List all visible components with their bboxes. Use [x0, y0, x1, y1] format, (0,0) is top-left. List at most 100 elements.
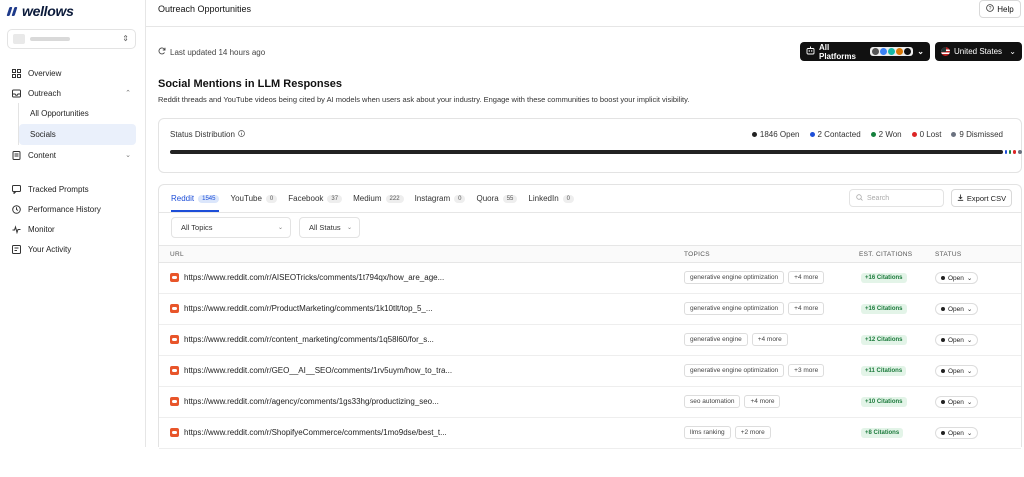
chevron-down-icon: ⌄ — [966, 306, 973, 313]
logo-text: wellows — [22, 3, 74, 19]
help-button[interactable]: ? Help — [979, 0, 1021, 18]
tab-linkedin[interactable]: LinkedIn 0 — [528, 185, 574, 212]
row-url[interactable]: https://www.reddit.com/r/content_marketi… — [170, 335, 434, 344]
status-filter-dropdown[interactable]: All Status ⌄ — [299, 217, 360, 238]
status-dot — [941, 369, 945, 373]
outreach-submenu: All Opportunities Socials — [18, 103, 136, 145]
topics-filter-dropdown[interactable]: All Topics ⌄ — [171, 217, 291, 238]
status-dot — [941, 276, 945, 280]
sidebar-item-monitor[interactable]: Monitor — [7, 219, 136, 239]
perplexity-icon — [888, 48, 896, 55]
tab-label: Reddit — [171, 194, 195, 203]
citations-badge: +10 Citations — [861, 397, 907, 407]
help-circle-icon: ? — [986, 4, 995, 14]
reddit-icon — [170, 366, 179, 375]
sidebar-item-outreach[interactable]: Outreach ⌃ — [7, 83, 136, 103]
status-dot — [941, 400, 945, 404]
tab-label: Facebook — [288, 194, 324, 203]
row-url[interactable]: https://www.reddit.com/r/ProductMarketin… — [170, 304, 433, 313]
info-icon[interactable] — [238, 130, 245, 139]
country-dropdown[interactable]: United States ⌄ — [935, 42, 1022, 61]
table-row[interactable]: https://www.reddit.com/r/GEO__AI__SEO/co… — [159, 356, 1021, 387]
legend-dot — [809, 132, 815, 137]
sidebar-item-all-opportunities[interactable]: All Opportunities — [19, 103, 136, 124]
sidebar: wellows ⇕ Overview Outreach ⌃ All Opport… — [0, 0, 146, 447]
chevron-down-icon: ⌄ — [1009, 47, 1016, 56]
url-link[interactable]: https://www.reddit.com/r/ProductMarketin… — [184, 304, 433, 313]
row-topics: llms ranking +2 more — [684, 426, 771, 439]
table-row[interactable]: https://www.reddit.com/r/ProductMarketin… — [159, 294, 1021, 325]
table-row[interactable]: https://www.reddit.com/r/agency/comments… — [159, 387, 1021, 418]
header-url: URL — [170, 251, 184, 258]
table-row[interactable]: https://www.reddit.com/r/ShopifyeCommerc… — [159, 418, 1021, 449]
legend-dot — [911, 132, 917, 137]
url-link[interactable]: https://www.reddit.com/r/GEO__AI__SEO/co… — [184, 366, 452, 375]
status-label: Open — [948, 274, 964, 282]
reddit-icon — [170, 273, 179, 282]
tab-medium[interactable]: Medium 222 — [353, 185, 404, 212]
row-url[interactable]: https://www.reddit.com/r/ShopifyeCommerc… — [170, 428, 447, 437]
tab-facebook[interactable]: Facebook 37 — [288, 185, 343, 212]
platform-filter-dropdown[interactable]: All Platforms ⌄ — [800, 42, 930, 61]
row-url[interactable]: https://www.reddit.com/r/GEO__AI__SEO/co… — [170, 366, 452, 375]
more-topics-chip[interactable]: +2 more — [734, 426, 771, 439]
legend-label: 2 Won — [878, 130, 902, 139]
status-progress-bar — [170, 150, 1023, 154]
table-row[interactable]: https://www.reddit.com/r/content_marketi… — [159, 325, 1021, 356]
copilot-icon — [904, 48, 912, 55]
last-updated-text: Last updated 14 hours ago — [170, 47, 266, 57]
download-icon — [957, 194, 964, 203]
url-link[interactable]: https://www.reddit.com/r/content_marketi… — [184, 335, 434, 344]
url-link[interactable]: https://www.reddit.com/r/ShopifyeCommerc… — [184, 428, 447, 437]
app-logo[interactable]: wellows — [6, 3, 74, 19]
sidebar-nav: Overview Outreach ⌃ All Opportunities So… — [7, 63, 136, 259]
sidebar-item-content[interactable]: Content ⌄ — [7, 145, 136, 165]
progress-segment — [1005, 150, 1008, 154]
status-distribution-label: Status Distribution — [170, 130, 245, 139]
search-input[interactable]: Search — [849, 189, 944, 207]
status-label: Open — [948, 305, 964, 313]
status-dropdown[interactable]: Open ⌄ — [935, 303, 979, 315]
url-link[interactable]: https://www.reddit.com/r/agency/comments… — [184, 397, 439, 406]
tab-count-badge: 0 — [454, 194, 466, 203]
tab-instagram[interactable]: Instagram 0 — [415, 185, 466, 212]
more-topics-chip[interactable]: +4 more — [744, 395, 781, 408]
sidebar-item-performance-history[interactable]: Performance History — [7, 199, 136, 219]
status-dropdown[interactable]: Open ⌄ — [935, 272, 979, 284]
tab-reddit[interactable]: Reddit 1545 — [171, 185, 220, 212]
chevron-up-icon: ⌃ — [125, 90, 131, 97]
reddit-icon — [170, 304, 179, 313]
row-url[interactable]: https://www.reddit.com/r/AISEOTricks/com… — [170, 273, 444, 282]
tab-label: Medium — [353, 194, 382, 203]
help-label: Help — [997, 4, 1014, 14]
more-topics-chip[interactable]: +4 more — [788, 271, 825, 284]
sidebar-item-tracked-prompts[interactable]: Tracked Prompts — [7, 179, 136, 199]
more-topics-chip[interactable]: +4 more — [788, 302, 825, 315]
status-dropdown[interactable]: Open ⌄ — [935, 365, 979, 377]
workspace-switcher[interactable]: ⇕ — [7, 29, 136, 49]
country-label: United States — [954, 47, 1003, 56]
sidebar-item-your-activity[interactable]: Your Activity — [7, 239, 136, 259]
sidebar-item-socials[interactable]: Socials — [19, 124, 136, 145]
activity-icon — [11, 244, 21, 254]
status-dropdown[interactable]: Open ⌄ — [935, 396, 979, 408]
header-status: STATUS — [935, 251, 962, 258]
export-csv-button[interactable]: Export CSV — [951, 189, 1012, 207]
tab-quora[interactable]: Quora 55 — [476, 185, 518, 212]
tab-count-badge: 0 — [265, 194, 278, 203]
citations-badge: +8 Citations — [861, 428, 904, 438]
refresh-icon[interactable] — [158, 47, 166, 57]
tab-youtube[interactable]: YouTube 0 — [230, 185, 278, 212]
pulse-icon — [11, 224, 21, 234]
search-icon — [856, 193, 863, 203]
legend-item: 1846 Open — [751, 130, 800, 139]
status-dropdown[interactable]: Open ⌄ — [935, 427, 979, 439]
sidebar-item-overview[interactable]: Overview — [7, 63, 136, 83]
row-url[interactable]: https://www.reddit.com/r/agency/comments… — [170, 397, 439, 406]
topic-chip: generative engine — [684, 333, 748, 346]
more-topics-chip[interactable]: +3 more — [788, 364, 825, 377]
table-row[interactable]: https://www.reddit.com/r/AISEOTricks/com… — [159, 263, 1021, 294]
more-topics-chip[interactable]: +4 more — [751, 333, 788, 346]
status-dropdown[interactable]: Open ⌄ — [935, 334, 979, 346]
url-link[interactable]: https://www.reddit.com/r/AISEOTricks/com… — [184, 273, 444, 282]
